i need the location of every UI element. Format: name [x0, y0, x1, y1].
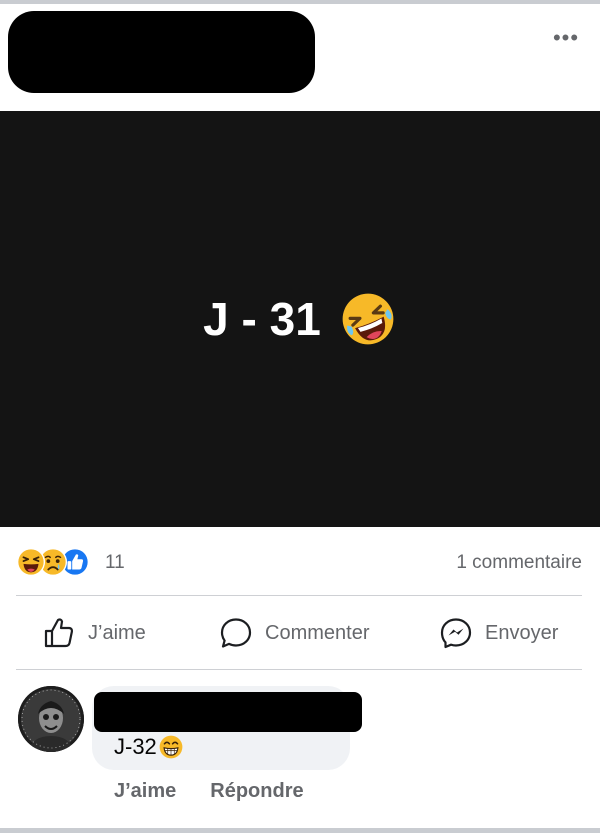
avatar[interactable]	[18, 686, 84, 752]
comment: J-32 J’aime Répondre	[18, 684, 588, 814]
haha-reaction-icon	[16, 547, 46, 577]
send-button[interactable]: Envoyer	[439, 613, 558, 653]
comment-label: Commenter	[265, 621, 370, 644]
post-text: J - 31	[203, 290, 397, 348]
post-text-label: J - 31	[203, 293, 321, 345]
comment-actions: J’aime Répondre	[114, 780, 304, 803]
reactions-row: 11 1 commentaire	[16, 545, 582, 581]
avatar-image	[18, 686, 84, 752]
comment-like-button[interactable]: J’aime	[114, 780, 176, 803]
redacted-page-name	[8, 11, 315, 93]
messenger-icon	[440, 618, 472, 649]
comment-text-label: J-32	[114, 734, 157, 759]
more-options-icon[interactable]: •••	[548, 26, 584, 50]
comment-count[interactable]: 1 commentaire	[456, 552, 582, 574]
top-border	[0, 0, 600, 4]
post-media[interactable]: J - 31	[0, 111, 600, 527]
redacted-author-name	[94, 692, 362, 732]
thumbs-up-icon	[44, 618, 74, 648]
divider	[16, 669, 582, 670]
comment-reply-button[interactable]: Répondre	[210, 780, 303, 803]
rolling-laughing-emoji-icon	[342, 293, 394, 345]
reaction-count[interactable]: 11	[105, 552, 125, 574]
like-label: J’aime	[88, 621, 146, 644]
grinning-emoji-icon	[159, 735, 183, 759]
comment-bubble-icon	[220, 618, 252, 648]
comment-button[interactable]: Commenter	[219, 613, 369, 653]
reaction-icons[interactable]	[16, 547, 106, 579]
send-label: Envoyer	[485, 621, 559, 644]
like-button[interactable]: J’aime	[42, 613, 146, 653]
divider	[16, 595, 582, 596]
bottom-border	[0, 828, 600, 833]
comment-text: J-32	[114, 734, 184, 760]
post-action-bar: J’aime Commenter Envoyer	[16, 597, 582, 669]
